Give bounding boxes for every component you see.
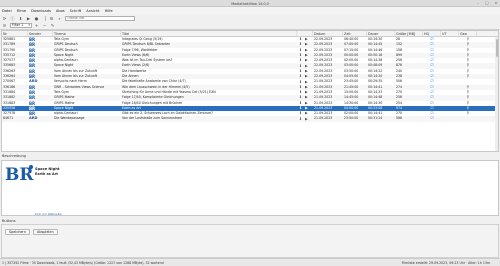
column-header-ut[interactable]: UT: [441, 31, 459, 36]
column-header-zeit[interactable]: Zeit: [343, 31, 367, 36]
maximize-icon[interactable]: □: [485, 1, 489, 5]
status-text-right: Filmliste erstellt: 29.09.2023, 09:23 Uh…: [401, 261, 490, 265]
br-logo: BR: [29, 68, 36, 74]
download-icon[interactable]: ⬇: [299, 117, 302, 122]
cell-size: 566: [396, 116, 403, 121]
br-logo: BR: [29, 100, 36, 106]
filter-bar: ≡ Filter 1 ▾ + − ✎: [0, 22, 500, 30]
br-logo: BR: [29, 42, 36, 48]
menu-ansicht[interactable]: Ansicht: [86, 9, 99, 13]
menu-datei[interactable]: Datei: [2, 9, 12, 13]
status-text-left: 1 | 357292 Filme · 35 Downloads, 1 fault…: [2, 261, 164, 265]
cell-hq: ☑: [423, 116, 441, 121]
column-header-actions: [297, 31, 313, 36]
br-logo: BR: [29, 84, 36, 90]
save-button[interactable]: Speichern: [5, 229, 30, 235]
br-logo: BR: [29, 37, 36, 42]
filter-select[interactable]: Filter 1 ▾: [10, 23, 32, 28]
scrollbar-thumb[interactable]: [495, 39, 498, 57]
website-link[interactable]: Link zur Webseite: [35, 212, 62, 216]
cell-dauer: 00:31:24: [368, 116, 383, 121]
cell-titel: Von der Laufstraße zum Sonnenstrom: [122, 116, 183, 121]
cell-zeit: 23:50:00: [344, 116, 359, 121]
cell-geo: [459, 116, 477, 121]
add-filter-icon[interactable]: +: [34, 23, 39, 28]
cell-nr: 84671: [3, 116, 14, 121]
search-icon: ⌕: [58, 15, 61, 21]
refresh-icon[interactable]: ⟳: [2, 16, 7, 21]
description-title: Space Night: [35, 167, 60, 171]
play-button[interactable]: Abspielen: [33, 229, 58, 235]
cell-thema: Die Wendepassage: [54, 116, 85, 121]
title-bar: MediathekView 14.0.0 – □ ×: [0, 0, 500, 7]
remove-filter-icon[interactable]: −: [42, 23, 47, 28]
cell-actions: ⬇ ▶: [297, 116, 313, 121]
column-header-nr[interactable]: Nr: [2, 31, 28, 36]
br-logo: BR: [29, 95, 36, 101]
column-header-titel[interactable]: Titel: [121, 31, 297, 36]
filter-icon[interactable]: ⚙: [49, 16, 54, 21]
window-title: MediathekView 14.0.0: [231, 1, 269, 6]
cell-ut: [441, 116, 459, 121]
download-icon[interactable]: ⬇: [18, 16, 23, 21]
film-table: Nr Sender Thema Titel Datum Zeit Dauer G…: [1, 30, 499, 152]
status-bar: 1 | 357292 Filme · 35 Downloads, 1 fault…: [0, 258, 500, 266]
column-header-thema[interactable]: Thema: [53, 31, 121, 36]
br-logo: BR: [29, 111, 36, 117]
menu-bar: Datei Filme Downloads Abos Schrift Ansic…: [0, 7, 500, 14]
br-logo: BR: [29, 74, 36, 80]
table-body: 325681 BR Tele-Gym Integrales Qi Gong (5/19…: [2, 37, 498, 122]
table-row[interactable]: 84671 ARD Die Wendepassage Von der Laufstra…: [2, 116, 498, 122]
column-header-geo[interactable]: Geo: [459, 31, 477, 36]
column-header-dauer[interactable]: Dauer: [367, 31, 395, 36]
cell-sender: ARD: [28, 116, 53, 121]
ard-logo: ARD: [29, 79, 38, 84]
toolbar-divider: [45, 15, 46, 21]
play-icon[interactable]: ▶: [26, 16, 31, 21]
menu-downloads[interactable]: Downloads: [31, 9, 51, 13]
description-panel: BR Space Night Earth as Art Link zur Web…: [1, 160, 499, 216]
table-scrollbar[interactable]: [495, 37, 498, 151]
cell-datum: 21.09.2023: [314, 116, 333, 121]
column-header-size[interactable]: Größe [MB]: [395, 31, 423, 36]
hq-check-icon: ☑: [430, 116, 434, 121]
description-subtitle: Earth as Art: [35, 172, 58, 176]
description-tab[interactable]: Beschreibung: [2, 153, 42, 159]
menu-filme[interactable]: Filme: [17, 9, 27, 13]
ard-logo: ARD: [29, 116, 38, 121]
filter-select-label: Filter 1: [12, 23, 24, 27]
br-logo: BR: [5, 165, 34, 185]
buttons-panel: Speichern Abspielen: [1, 224, 499, 258]
br-logo: BR: [29, 52, 36, 58]
chevron-down-icon: ▾: [28, 23, 30, 27]
column-header-sender[interactable]: Sender: [28, 31, 53, 36]
search-input[interactable]: [65, 15, 135, 21]
br-logo: BR: [29, 89, 36, 95]
filter-toggle-icon[interactable]: ≡: [2, 23, 7, 28]
menu-hilfe[interactable]: Hilfe: [105, 9, 113, 13]
record-icon[interactable]: ●: [34, 16, 39, 21]
br-logo: BR: [29, 47, 36, 53]
close-icon[interactable]: ×: [494, 1, 498, 5]
play-icon[interactable]: ▶: [305, 117, 308, 122]
column-header-datum[interactable]: Datum: [313, 31, 343, 36]
br-logo: BR: [29, 63, 36, 69]
info-icon[interactable]: ⓘ: [10, 16, 15, 21]
menu-schrift[interactable]: Schrift: [70, 9, 82, 13]
toolbar: ⟳ ⓘ ⬇ ▶ ● ⚙ ⌕: [0, 14, 500, 22]
menu-abos[interactable]: Abos: [56, 9, 65, 13]
br-logo: BR: [29, 105, 36, 111]
minimize-icon[interactable]: –: [476, 1, 480, 5]
edit-filter-icon[interactable]: ✎: [50, 23, 55, 28]
br-logo: BR: [29, 58, 36, 64]
column-header-hq[interactable]: HQ: [423, 31, 441, 36]
